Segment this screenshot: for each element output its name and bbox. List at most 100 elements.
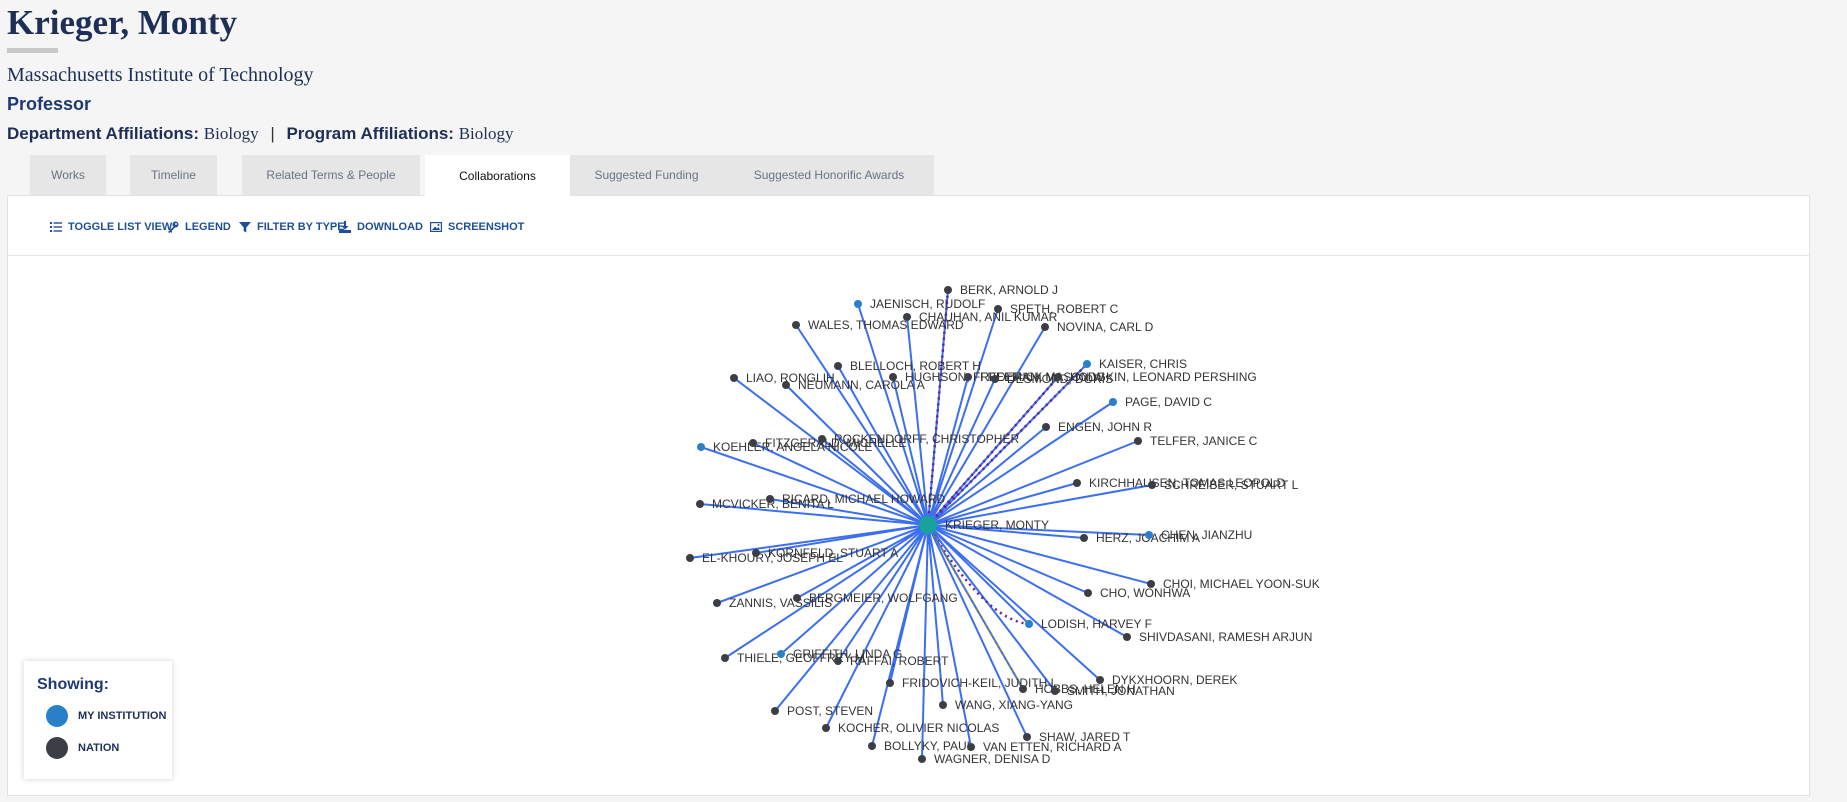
collaborator-label: BOLLYKY, PAUL [884, 739, 974, 753]
legend-my-institution-label: MY INSTITUTION [78, 710, 167, 722]
collaborator-node[interactable]: RAFFAI, ROBERT [834, 654, 949, 668]
collaborator-node[interactable]: SHIVDASANI, RAMESH ARJUN [1123, 630, 1312, 644]
collaborator-node[interactable]: LODISH, HARVEY F [1025, 617, 1152, 631]
collaborator-node[interactable]: CHEN, JIANZHU [1145, 528, 1252, 542]
collaborator-node[interactable]: POST, STEVEN [771, 704, 873, 718]
collaborator-dot[interactable] [1096, 676, 1104, 684]
collaborator-dot[interactable] [1019, 685, 1027, 693]
collaborator-label: CHO, WONHWA [1100, 586, 1190, 600]
collaborator-label: WALES, THOMAS EDWARD [808, 318, 964, 332]
collaborator-dot[interactable] [1054, 373, 1062, 381]
collaborator-label: ROCKENDORFF, CHRISTOPHER [834, 432, 1019, 446]
collaborator-label: ENGEN, JOHN R [1058, 420, 1152, 434]
collaborator-dot[interactable] [967, 743, 975, 751]
collaborator-dot[interactable] [939, 701, 947, 709]
collaborator-dot[interactable] [964, 373, 972, 381]
collaborator-node[interactable]: BERGMEIER, WOLFGANG [793, 591, 958, 605]
collaborator-dot[interactable] [749, 439, 757, 447]
collaborator-node[interactable]: RICARD, MICHAEL HOWARD [766, 492, 945, 506]
collaborator-label: BERGMEIER, WOLFGANG [809, 591, 958, 605]
collaborator-label: LODISH, HARVEY F [1041, 617, 1152, 631]
collaborator-dot[interactable] [1083, 360, 1091, 368]
collaborator-dot[interactable] [771, 707, 779, 715]
collaborator-node[interactable]: BOLLYKY, PAUL [868, 739, 974, 753]
collaborator-node[interactable]: CHO, WONHWA [1084, 586, 1190, 600]
collaborator-dot[interactable] [1073, 479, 1081, 487]
collaborator-dot[interactable] [766, 495, 774, 503]
collaborator-dot[interactable] [886, 679, 894, 687]
collaborator-dot[interactable] [834, 657, 842, 665]
collaborator-label: HODGKIN, LEONARD PERSHING [1070, 370, 1257, 384]
collaborator-dot[interactable] [1145, 531, 1153, 539]
collaborator-dot[interactable] [1025, 620, 1033, 628]
collaborator-node[interactable]: SCHREIBER, STUART L [1148, 478, 1299, 492]
collaborator-node[interactable]: TELFER, JANICE C [1134, 434, 1258, 448]
collaborator-dot[interactable] [1148, 481, 1156, 489]
collaborator-dot[interactable] [713, 599, 721, 607]
collaborator-dot[interactable] [822, 724, 830, 732]
legend-item-nation[interactable]: NATION [46, 737, 119, 759]
collaborator-node[interactable]: NOVINA, CARL D [1041, 320, 1154, 334]
legend-title: Showing: [37, 676, 109, 693]
collaborator-label: RAFFAI, ROBERT [850, 654, 949, 668]
collaborator-node[interactable]: NEUMANN, CAROLA A [782, 378, 925, 392]
collaborator-dot[interactable] [818, 435, 826, 443]
collaborator-dot[interactable] [1042, 423, 1050, 431]
nation-dot-icon [46, 737, 68, 759]
collaborator-dot[interactable] [792, 321, 800, 329]
collaborator-node[interactable]: PAGE, DAVID C [1109, 395, 1212, 409]
collaborator-node[interactable]: FRIDOVICH-KEIL, JUDITH L [886, 676, 1058, 690]
collaborator-dot[interactable] [782, 381, 790, 389]
collaborator-node[interactable]: WANG, XIANG-YANG [939, 698, 1073, 712]
center-dot[interactable] [919, 516, 937, 534]
collaborator-dot[interactable] [854, 300, 862, 308]
network-nodes: BERK, ARNOLD JJAENISCH, RUDOLF SPETH, ROB… [686, 283, 1320, 766]
collaborator-label: WANG, XIANG-YANG [955, 698, 1073, 712]
collaborator-dot[interactable] [1123, 633, 1131, 641]
legend-item-my-institution[interactable]: MY INSTITUTION [46, 705, 166, 727]
legend-nation-label: NATION [78, 742, 120, 754]
collaborator-dot[interactable] [1109, 398, 1117, 406]
collaborator-label: KAISER, CHRIS [1099, 357, 1187, 371]
collaboration-edge [700, 446, 929, 526]
collaboration-edge [927, 326, 1046, 526]
collaboration-edge [927, 524, 1089, 594]
collaborator-dot[interactable] [944, 286, 952, 294]
collaborator-dot[interactable] [1080, 534, 1088, 542]
collaborator-dot[interactable] [1084, 589, 1092, 597]
collaborator-label: SHIVDASANI, RAMESH ARJUN [1139, 630, 1312, 644]
collaborator-dot[interactable] [777, 650, 785, 658]
collaborator-dot[interactable] [730, 374, 738, 382]
collaborator-label: POST, STEVEN [787, 704, 873, 718]
collaborator-node[interactable]: DYKXHOORN, DEREK [1096, 673, 1237, 687]
collaborator-node[interactable]: HODGKIN, LEONARD PERSHING [1054, 370, 1257, 384]
collaborator-dot[interactable] [752, 549, 760, 557]
collaborator-dot[interactable] [697, 443, 705, 451]
collaboration-network-graph[interactable]: BERK, ARNOLD JJAENISCH, RUDOLF SPETH, ROB… [0, 0, 1847, 802]
collaborator-label: KOCHER, OLIVIER NICOLAS [838, 721, 999, 735]
collaborator-node[interactable]: KORNFELD, STUART A [752, 546, 898, 560]
collaborator-dot[interactable] [1134, 437, 1142, 445]
collaborator-dot[interactable] [868, 742, 876, 750]
collaborator-node[interactable]: ROCKENDORFF, CHRISTOPHER [818, 432, 1019, 446]
collaborator-dot[interactable] [918, 755, 926, 763]
collaborator-label: JAENISCH, RUDOLF [870, 297, 985, 311]
collaborator-node[interactable]: JAENISCH, RUDOLF [854, 297, 985, 311]
collaborator-label: DYKXHOORN, DEREK [1112, 673, 1237, 687]
my-institution-dot-icon [46, 705, 68, 727]
collaborator-node[interactable]: ENGEN, JOHN R [1042, 420, 1152, 434]
collaborator-dot[interactable] [834, 362, 842, 370]
collaborator-node[interactable]: WALES, THOMAS EDWARD [792, 318, 964, 332]
collaborator-dot[interactable] [721, 654, 729, 662]
collaborator-node[interactable]: BERK, ARNOLD J [944, 283, 1058, 297]
collaborator-node[interactable]: WAGNER, DENISA D [918, 752, 1051, 766]
collaborator-dot[interactable] [1051, 687, 1059, 695]
collaborator-node[interactable]: KOCHER, OLIVIER NICOLAS [822, 721, 999, 735]
collaborator-dot[interactable] [793, 594, 801, 602]
collaborator-dot[interactable] [991, 375, 999, 383]
collaborator-dot[interactable] [686, 554, 694, 562]
tab-collaborations[interactable]: Collaborations [425, 155, 570, 196]
collaborator-node[interactable]: KAISER, CHRIS [1083, 357, 1187, 371]
collaborator-dot[interactable] [1041, 323, 1049, 331]
collaborator-dot[interactable] [696, 500, 704, 508]
